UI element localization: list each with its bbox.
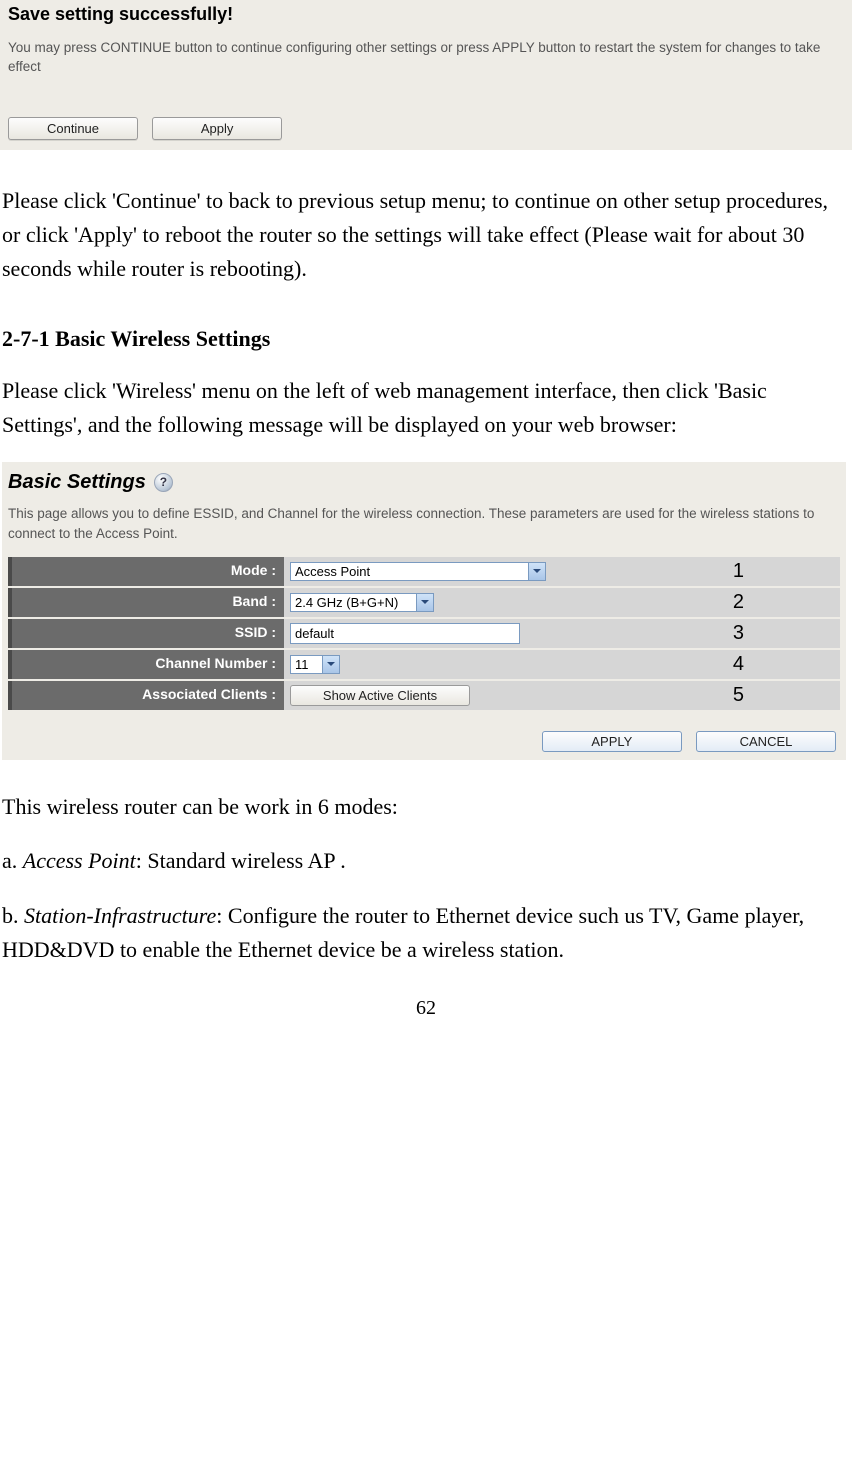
save-success-panel: Save setting successfully! You may press… xyxy=(0,0,852,150)
body-text-block-2: Please click 'Wireless' menu on the left… xyxy=(0,374,852,442)
label-clients: Associated Clients : xyxy=(8,681,284,710)
ssid-input[interactable]: default xyxy=(290,623,520,644)
paragraph-3: This wireless router can be work in 6 mo… xyxy=(2,790,846,824)
basic-settings-desc: This page allows you to define ESSID, an… xyxy=(8,504,840,543)
cancel-form-button[interactable]: CANCEL xyxy=(696,731,836,752)
label-channel: Channel Number : xyxy=(8,650,284,679)
mode-select[interactable]: Access Point xyxy=(290,562,546,581)
mode-b-name: Station-Infrastructure xyxy=(24,903,216,928)
save-success-buttons: Continue Apply xyxy=(8,113,844,140)
row-band: Band : 2.4 GHz (B+G+N) 2 xyxy=(8,588,840,617)
form-footer-buttons: APPLY CANCEL xyxy=(8,726,840,752)
chevron-down-icon xyxy=(528,563,545,580)
mode-a-rest: : Standard wireless AP . xyxy=(136,848,346,873)
row-clients: Associated Clients : Show Active Clients… xyxy=(8,681,840,710)
row-mode: Mode : Access Point 1 xyxy=(8,557,840,586)
chevron-down-icon xyxy=(416,594,433,611)
chevron-down-icon xyxy=(322,656,339,673)
band-select-value: 2.4 GHz (B+G+N) xyxy=(295,595,398,610)
mode-select-value: Access Point xyxy=(295,564,370,579)
apply-button[interactable]: Apply xyxy=(152,117,282,140)
annotation-5: 5 xyxy=(733,684,834,707)
mode-b-line: b. Station-Infrastructure: Configure the… xyxy=(2,899,846,967)
page-number: 62 xyxy=(0,997,852,1020)
channel-select[interactable]: 11 xyxy=(290,655,340,674)
paragraph-2: Please click 'Wireless' menu on the left… xyxy=(2,374,846,442)
save-success-title: Save setting successfully! xyxy=(8,4,844,25)
annotation-2: 2 xyxy=(733,591,834,614)
mode-a-prefix: a. xyxy=(2,848,23,873)
band-select[interactable]: 2.4 GHz (B+G+N) xyxy=(290,593,434,612)
label-mode: Mode : xyxy=(8,557,284,586)
body-text-block: Please click 'Continue' to back to previ… xyxy=(0,184,852,286)
row-channel: Channel Number : 11 4 xyxy=(8,650,840,679)
apply-form-button[interactable]: APPLY xyxy=(542,731,682,752)
save-success-subtext: You may press CONTINUE button to continu… xyxy=(8,39,844,77)
body-text-block-3: This wireless router can be work in 6 mo… xyxy=(0,790,852,966)
label-ssid: SSID : xyxy=(8,619,284,648)
mode-a-line: a. Access Point: Standard wireless AP . xyxy=(2,844,846,878)
show-active-clients-button[interactable]: Show Active Clients xyxy=(290,685,470,706)
basic-settings-title: Basic Settings xyxy=(8,471,146,494)
row-ssid: SSID : default 3 xyxy=(8,619,840,648)
annotation-1: 1 xyxy=(733,560,834,583)
annotation-4: 4 xyxy=(733,653,834,676)
mode-b-prefix: b. xyxy=(2,903,24,928)
basic-settings-panel: Basic Settings ? This page allows you to… xyxy=(2,462,846,760)
help-icon[interactable]: ? xyxy=(154,473,173,492)
mode-a-name: Access Point xyxy=(23,848,136,873)
channel-select-value: 11 xyxy=(295,657,309,672)
continue-button[interactable]: Continue xyxy=(8,117,138,140)
label-band: Band : xyxy=(8,588,284,617)
annotation-3: 3 xyxy=(733,622,834,645)
section-title: 2-7-1 Basic Wireless Settings xyxy=(2,326,852,352)
paragraph-1: Please click 'Continue' to back to previ… xyxy=(2,184,846,286)
